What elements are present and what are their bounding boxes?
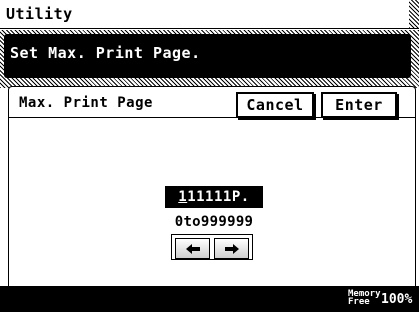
screen-title: Utility (6, 5, 73, 23)
max-print-page-input[interactable]: 1 11111P. (165, 186, 263, 208)
cancel-button[interactable]: Cancel (236, 92, 314, 118)
left-arrow-button[interactable] (175, 238, 210, 259)
cursor-digit: 1 (178, 189, 188, 205)
panel-header: Max. Print Page Cancel Enter (9, 87, 415, 118)
max-print-page-panel: Max. Print Page Cancel Enter 1 11111P. 0t… (8, 86, 416, 288)
left-arrow-icon (185, 243, 200, 254)
memory-label-line2: Free (348, 297, 370, 307)
right-arrow-button[interactable] (214, 238, 249, 259)
panel-title: Max. Print Page (19, 95, 153, 111)
utility-screen: Utility Set Max. Print Page. Max. Print … (0, 0, 419, 312)
title-bar: Utility (0, 0, 419, 29)
instruction-message: Set Max. Print Page. (4, 34, 411, 78)
status-bar: Memory Free 100% (0, 286, 419, 312)
cursor-arrow-group (171, 234, 253, 260)
right-arrow-icon (224, 243, 239, 254)
value-range-hint: 0to999999 (174, 214, 254, 230)
title-hatch (409, 0, 419, 28)
memory-free-value: 100% (381, 292, 413, 307)
instruction-text: Set Max. Print Page. (10, 44, 201, 62)
memory-free-label: Memory Free (348, 290, 381, 307)
value-rest: 11111P. (187, 189, 250, 205)
enter-button[interactable]: Enter (321, 92, 397, 118)
